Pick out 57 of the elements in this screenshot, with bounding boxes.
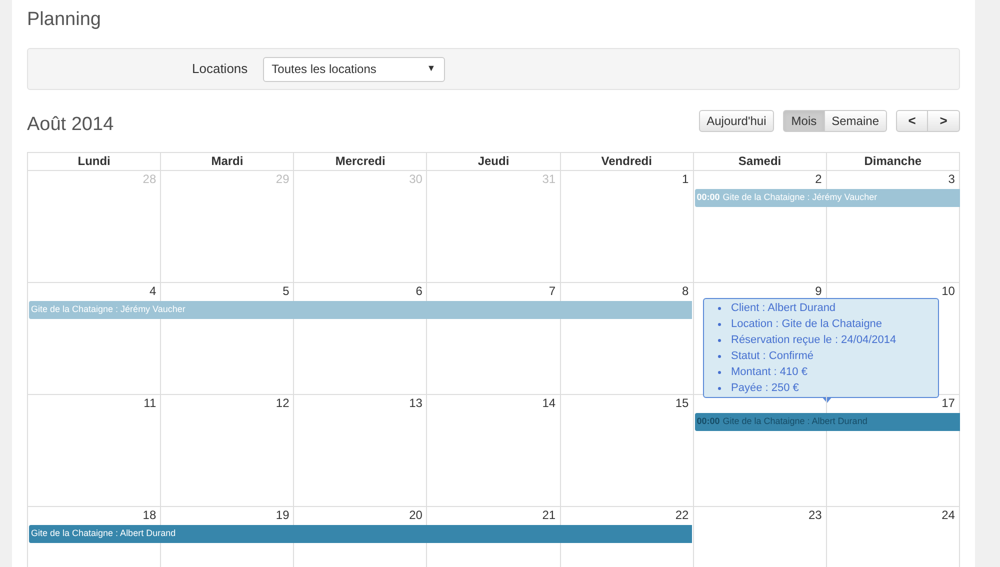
day-number: 3: [948, 171, 955, 187]
day-number: 31: [542, 171, 556, 187]
day-number: 29: [276, 171, 290, 187]
tooltip-line: Montant : 410 €: [731, 365, 808, 380]
weekday-header: Jeudi: [427, 153, 561, 171]
day-number: 14: [542, 395, 556, 411]
day-number: 7: [548, 283, 556, 299]
day-number: 19: [276, 507, 290, 523]
dropdown-icon: ▼: [426, 62, 436, 76]
weekday-header: Mardi: [161, 153, 294, 171]
day-number: 15: [675, 395, 689, 411]
day-number: 6: [416, 283, 422, 299]
bullet-icon: [718, 354, 721, 358]
day-number: 4: [149, 283, 156, 299]
day-number: 28: [142, 171, 156, 187]
tooltip-line: Payée : 250 €: [731, 381, 799, 396]
day-number: 11: [144, 395, 156, 411]
weekday-header: Mercredi: [294, 153, 428, 171]
day-number: 17: [942, 395, 955, 411]
day-number: 18: [142, 507, 156, 523]
day-number: 1: [682, 171, 689, 187]
weekday-header: Dimanche: [826, 153, 960, 171]
day-number: 5: [282, 283, 290, 299]
previous-button[interactable]: <: [896, 110, 928, 132]
bullet-icon: [718, 306, 721, 310]
day-number: 20: [409, 507, 422, 523]
bullet-icon: [718, 322, 721, 326]
day-number: 24: [942, 507, 955, 523]
day-number: 21: [542, 507, 556, 523]
day-number: 22: [675, 507, 689, 523]
next-button[interactable]: >: [928, 110, 960, 132]
day-number: 12: [276, 395, 290, 411]
view-tab[interactable]: Semaine: [824, 110, 887, 132]
page-title: Planning: [27, 8, 101, 32]
weekday-header: Vendredi: [560, 153, 694, 171]
tooltip-line: Client : Albert Durand: [731, 301, 836, 316]
tooltip-line: Statut : Confirmé: [731, 349, 814, 364]
day-number: 23: [808, 507, 822, 523]
bullet-icon: [718, 338, 721, 342]
bullet-icon: [718, 386, 721, 390]
today-button[interactable]: Aujourd'hui: [698, 110, 774, 132]
day-number: 10: [942, 283, 955, 299]
month-title: Août 2014: [27, 113, 114, 138]
day-number: 13: [409, 395, 422, 411]
event-bar[interactable]: Gite de la Chataigne : Albert Durand: [29, 525, 692, 543]
view-tab[interactable]: Mois: [783, 110, 825, 132]
tooltip-line: Réservation reçue le : 24/04/2014: [731, 333, 896, 348]
weekday-header: Lundi: [28, 153, 162, 171]
location-select[interactable]: Toutes les locations ▼: [262, 56, 445, 82]
day-number: 30: [409, 171, 422, 187]
day-number: 9: [815, 283, 822, 299]
day-number: 8: [682, 283, 689, 299]
bullet-icon: [718, 370, 721, 374]
filter-label: Locations: [192, 60, 248, 78]
weekday-header: Samedi: [694, 153, 827, 171]
tooltip-line: Location : Gite de la Chataigne: [731, 317, 882, 332]
day-number: 2: [815, 171, 822, 187]
